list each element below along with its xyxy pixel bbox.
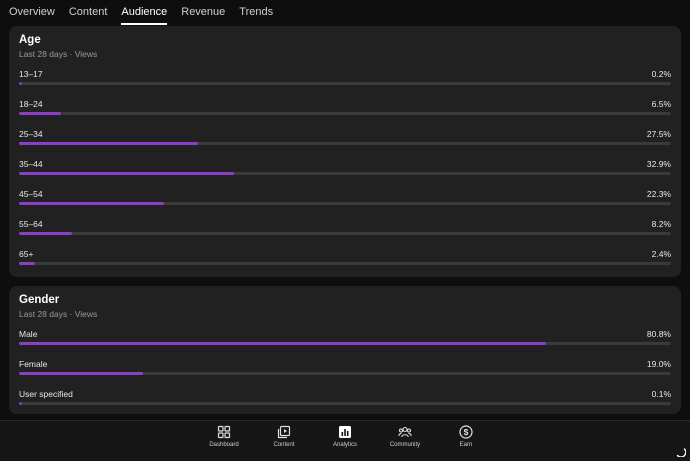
nav-label: Content [273,442,295,448]
bar-fill [19,142,199,145]
age-row-25-34: 25–34 27.5% [19,129,671,157]
nav-content[interactable]: Content [256,424,312,460]
age-label: 65+ [19,249,34,259]
bar-fill [19,112,62,115]
age-percent: 2.4% [651,249,671,259]
nav-label: Community [389,442,421,448]
gender-label: User specified [19,389,73,399]
age-row-45-54: 45–54 22.3% [19,189,671,217]
nav-dashboard[interactable]: Dashboard [196,424,252,460]
age-label: 55–64 [19,219,43,229]
age-row-35-44: 35–44 32.9% [19,159,671,187]
gender-row-male: Male 80.8% [19,329,671,357]
dashboard-icon [217,425,231,439]
bar-track [19,142,671,145]
nav-label: Earn [459,442,473,448]
age-row-65-plus: 65+ 2.4% [19,249,671,277]
gender-percent: 0.1% [651,389,671,399]
age-percent: 32.9% [646,159,671,169]
age-label: 13–17 [19,69,43,79]
bar-fill [19,262,35,265]
bar-fill [19,172,234,175]
loading-spinner-icon [676,448,686,457]
bar-track [19,112,671,115]
age-card-subtitle: Last 28 days · Views [19,49,98,59]
tab-overview[interactable]: Overview [9,0,55,25]
community-icon [398,426,412,438]
age-row-13-17: 13–17 0.2% [19,69,671,97]
gender-card: Gender Last 28 days · Views Male 80.8% F… [9,286,681,414]
dollar-icon: $ [459,425,473,439]
age-row-55-64: 55–64 8.2% [19,219,671,247]
nav-label: Dashboard [209,442,239,448]
tab-content[interactable]: Content [69,0,108,25]
bar-track [19,402,671,405]
bar-fill [19,342,546,345]
gender-label: Male [19,329,38,339]
age-percent: 22.3% [646,189,671,199]
nav-earn[interactable]: $ Earn [438,424,494,460]
bar-fill [19,372,143,375]
age-percent: 0.2% [651,69,671,79]
bar-track [19,172,671,175]
age-label: 18–24 [19,99,43,109]
tab-trends[interactable]: Trends [239,0,273,25]
bar-track [19,342,671,345]
age-label: 35–44 [19,159,43,169]
tab-revenue[interactable]: Revenue [181,0,225,25]
age-label: 45–54 [19,189,43,199]
bar-fill [19,202,165,205]
bar-track [19,82,671,85]
gender-row-user-specified: User specified 0.1% [19,389,671,417]
gender-row-female: Female 19.0% [19,359,671,387]
gender-card-title: Gender [19,294,60,306]
bar-track [19,202,671,205]
gender-card-subtitle: Last 28 days · Views [19,309,98,319]
age-percent: 8.2% [651,219,671,229]
nav-community[interactable]: Community [377,424,433,460]
bar-fill [19,82,22,85]
nav-analytics[interactable]: Analytics [317,424,373,460]
bar-track [19,262,671,265]
age-percent: 27.5% [646,129,671,139]
tab-audience[interactable]: Audience [121,0,167,25]
nav-label: Analytics [332,442,357,448]
svg-text:$: $ [464,427,469,437]
bar-fill [19,402,22,405]
content-icon [277,425,291,439]
bar-track [19,232,671,235]
gender-label: Female [19,359,48,369]
bottom-nav-bar: Dashboard Content Analytics Community $ … [0,420,690,461]
age-card: Age Last 28 days · Views 13–17 0.2% 18–2… [9,26,681,277]
bar-track [19,372,671,375]
gender-percent: 80.8% [646,329,671,339]
age-row-18-24: 18–24 6.5% [19,99,671,127]
age-label: 25–34 [19,129,43,139]
gender-percent: 19.0% [646,359,671,369]
top-tab-bar: Overview Content Audience Revenue Trends [0,0,690,25]
age-card-title: Age [19,34,41,46]
analytics-icon [339,426,351,438]
age-percent: 6.5% [651,99,671,109]
bar-fill [19,232,73,235]
